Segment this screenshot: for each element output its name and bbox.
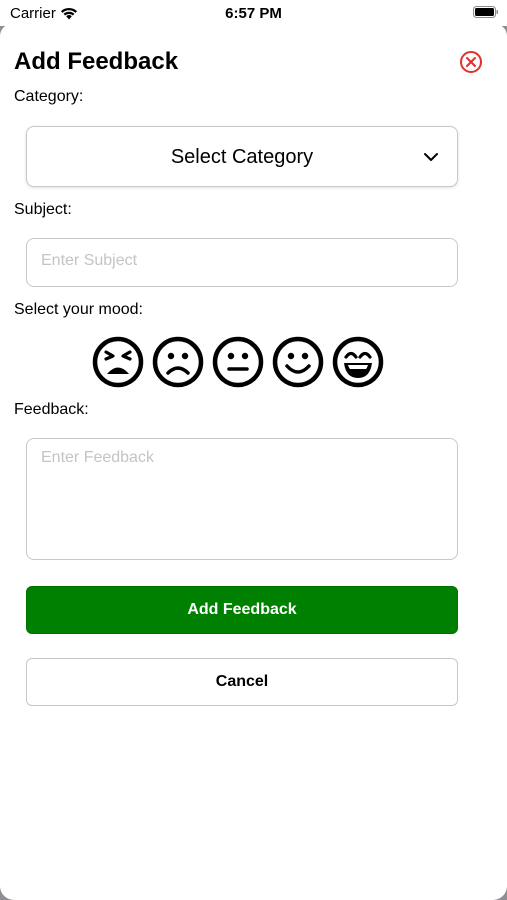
feedback-modal: Add Feedback Category: Select Category S… [0,24,507,900]
feedback-label: Feedback: [14,401,89,418]
subject-label: Subject: [14,201,72,218]
category-select[interactable]: Select Category [26,126,458,187]
add-feedback-button[interactable]: Add Feedback [26,586,458,634]
battery-icon [473,6,498,18]
feedback-field[interactable] [26,438,458,560]
status-bar: Carrier 6:57 PM [0,0,507,26]
category-select-value: Select Category [170,146,314,168]
modal-title: Add Feedback [14,48,179,75]
cancel-button[interactable]: Cancel [26,658,458,706]
mood-selector [92,336,384,388]
status-time: 6:57 PM [225,5,282,22]
very-happy-face-icon[interactable] [332,336,384,388]
subject-field[interactable] [26,238,458,287]
subject-input[interactable] [39,251,443,271]
category-label: Category: [14,88,84,105]
very-sad-face-icon[interactable] [92,336,144,388]
app-screen: Carrier 6:57 PM Add Feedback Category: S… [0,0,507,900]
feedback-input[interactable] [39,447,448,551]
neutral-face-icon[interactable] [212,336,264,388]
sad-face-icon[interactable] [152,336,204,388]
happy-face-icon[interactable] [272,336,324,388]
close-icon[interactable] [459,50,483,74]
mood-label: Select your mood: [14,301,143,318]
chevron-down-icon [424,153,438,161]
